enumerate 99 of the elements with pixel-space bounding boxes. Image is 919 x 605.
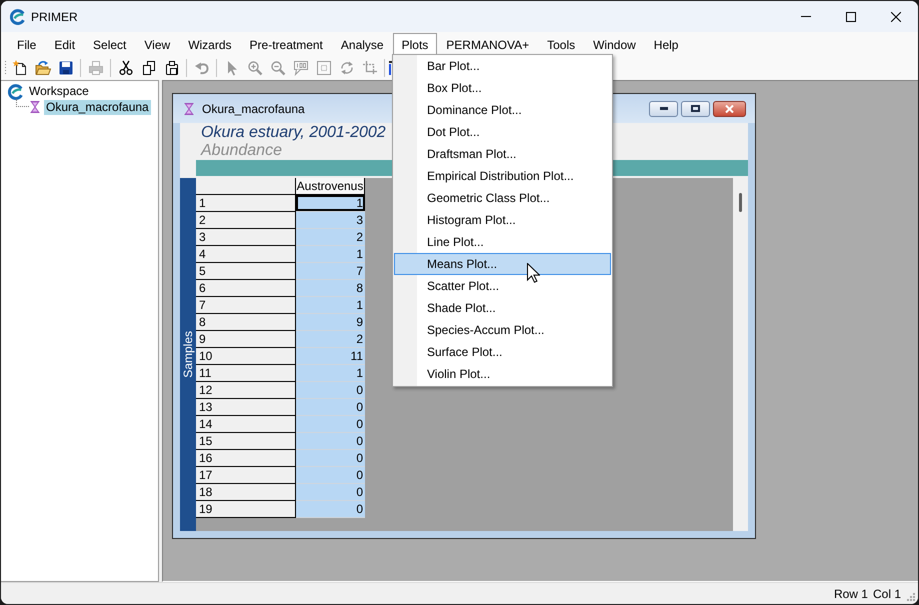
menu-item[interactable]: Violin Plot...: [394, 363, 611, 385]
row-header[interactable]: 3: [196, 229, 296, 246]
table-cell[interactable]: 2: [296, 331, 365, 348]
hourglass-icon: [184, 102, 194, 114]
row-header[interactable]: 18: [196, 484, 296, 501]
menu-item[interactable]: Wizards: [179, 33, 241, 55]
minimize-icon[interactable]: [800, 16, 810, 17]
sheet-title: Okura estuary, 2001-2002: [201, 124, 386, 142]
row-header[interactable]: 17: [196, 467, 296, 484]
menu-item[interactable]: Tools: [538, 33, 584, 55]
table-cell[interactable]: 0: [296, 433, 365, 450]
menu-item[interactable]: PERMANOVA+: [437, 33, 538, 55]
tree-item[interactable]: Okura_macrofauna: [44, 100, 151, 114]
menu-item[interactable]: Scatter Plot...: [394, 275, 611, 297]
hourglass-icon: [30, 101, 40, 113]
menu-item[interactable]: File: [8, 33, 46, 55]
close-icon: [725, 104, 734, 112]
row-header[interactable]: 15: [196, 433, 296, 450]
table-cell[interactable]: 0: [296, 450, 365, 467]
scissors-icon[interactable]: [118, 60, 134, 76]
row-header[interactable]: 13: [196, 399, 296, 416]
row-header[interactable]: 19: [196, 501, 296, 518]
clipboard-icon[interactable]: [164, 60, 180, 76]
row-header[interactable]: 2: [196, 212, 296, 229]
menu-item[interactable]: Select: [84, 33, 136, 55]
open-folder-icon[interactable]: [34, 60, 50, 76]
row-header[interactable]: 6: [196, 280, 296, 297]
table-cell[interactable]: 0: [296, 484, 365, 501]
table-cell[interactable]: 0: [296, 501, 365, 518]
menu-item[interactable]: Draftsman Plot...: [394, 143, 611, 165]
menu-item[interactable]: Box Plot...: [394, 77, 611, 99]
menu-item[interactable]: Histogram Plot...: [394, 209, 611, 231]
menu-item[interactable]: Species-Accum Plot...: [394, 319, 611, 341]
status-text: Col 1: [872, 586, 901, 600]
row-header[interactable]: 1: [196, 195, 296, 212]
menu-item[interactable]: Pre-treatment: [240, 33, 332, 55]
menu-item[interactable]: Geometric Class Plot...: [394, 187, 611, 209]
status-text: Row 1: [834, 586, 868, 600]
table-cell[interactable]: 1: [296, 246, 365, 263]
document-title: Okura_macrofauna: [202, 102, 305, 116]
table-cell[interactable]: 0: [296, 416, 365, 433]
row-header[interactable]: 9: [196, 331, 296, 348]
maximize-button[interactable]: [681, 100, 710, 116]
row-header[interactable]: 14: [196, 416, 296, 433]
minimize-button[interactable]: [649, 100, 678, 116]
maximize-icon[interactable]: [846, 12, 856, 22]
row-header[interactable]: 12: [196, 382, 296, 399]
menu-item[interactable]: Line Plot...: [394, 231, 611, 253]
table-cell[interactable]: 2: [296, 229, 365, 246]
table-cell[interactable]: 8: [296, 280, 365, 297]
table-cell[interactable]: 7: [296, 263, 365, 280]
menu-item[interactable]: Means Plot...: [394, 253, 611, 275]
row-header[interactable]: 5: [196, 263, 296, 280]
mouse-pointer-icon: [527, 263, 540, 283]
table-cell[interactable]: 1: [296, 297, 365, 314]
menu-item[interactable]: Bar Plot...: [394, 55, 611, 77]
menu-item[interactable]: Plots: [392, 33, 438, 55]
table-cell[interactable]: 9: [296, 314, 365, 331]
row-header[interactable]: 8: [196, 314, 296, 331]
table-cell[interactable]: 0: [296, 467, 365, 484]
close-icon[interactable]: [890, 12, 900, 22]
menu-item[interactable]: Dominance Plot...: [394, 99, 611, 121]
axis-label: Samples: [181, 331, 195, 378]
row-header[interactable]: 7: [196, 297, 296, 314]
menu-item[interactable]: Shade Plot...: [394, 297, 611, 319]
menu-item[interactable]: Help: [644, 33, 688, 55]
maximize-icon: [691, 105, 700, 112]
row-header[interactable]: 4: [196, 246, 296, 263]
partial-toolbar-icon[interactable]: [389, 60, 393, 76]
new-file-icon[interactable]: [12, 60, 28, 76]
table-cell[interactable]: 0: [296, 399, 365, 416]
sheet-subtitle: Abundance: [201, 142, 282, 160]
workspace-icon: [8, 84, 24, 100]
table-cell[interactable]: 1: [296, 365, 365, 382]
app-logo-icon: [10, 8, 26, 24]
copy-icon[interactable]: [140, 60, 156, 76]
resize-grip-icon[interactable]: [906, 592, 915, 601]
table-cell[interactable]: 0: [296, 382, 365, 399]
menu-item[interactable]: Surface Plot...: [394, 341, 611, 363]
row-header[interactable]: 11: [196, 365, 296, 382]
minimize-icon: [660, 107, 668, 110]
menu-item[interactable]: Edit: [45, 33, 84, 55]
toolbar-grip-icon[interactable]: [4, 60, 7, 76]
tree-line: [16, 99, 29, 107]
menu-item[interactable]: View: [135, 33, 180, 55]
menu-item[interactable]: Analyse: [332, 33, 393, 55]
window-title: PRIMER: [31, 10, 78, 24]
scrollbar-thumb[interactable]: [739, 193, 742, 212]
menu-item[interactable]: Dot Plot...: [394, 121, 611, 143]
row-header[interactable]: 10: [196, 348, 296, 365]
tree-item[interactable]: Workspace: [27, 84, 91, 99]
table-cell[interactable]: 3: [296, 212, 365, 229]
column-header[interactable]: Austrovenus: [296, 178, 365, 195]
menu-item[interactable]: Window: [584, 33, 645, 55]
close-button[interactable]: [713, 100, 746, 116]
row-header[interactable]: 16: [196, 450, 296, 467]
table-cell[interactable]: 11: [296, 348, 365, 365]
table-cell[interactable]: 1: [296, 195, 365, 212]
menu-item[interactable]: Empirical Distribution Plot...: [394, 165, 611, 187]
